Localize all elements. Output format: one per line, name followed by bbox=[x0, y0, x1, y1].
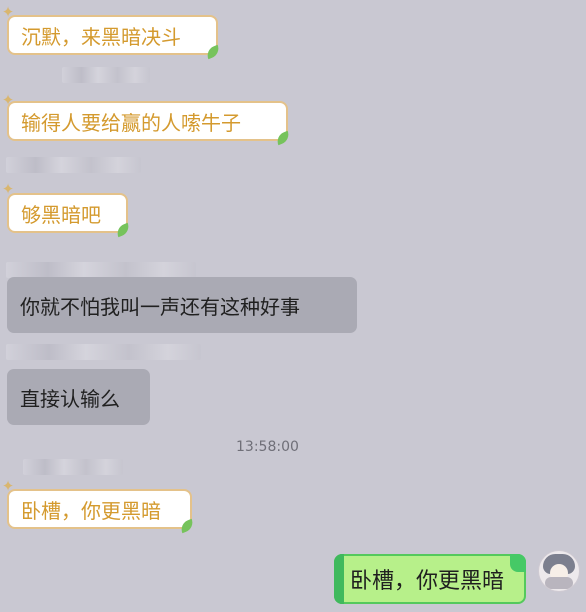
incoming-message-gold[interactable]: 输得人要给赢的人嗦牛子 bbox=[7, 101, 292, 146]
avatar-ribbon bbox=[545, 577, 573, 589]
message-text: 输得人要给赢的人嗦牛子 bbox=[21, 110, 241, 135]
sender-name-blurred bbox=[6, 262, 196, 278]
chat-window: ✦ 沉默，来黑暗决斗 ✦ 输得人要给赢的人嗦牛子 ✦ 够黑暗吧 你就不怕我叫一声… bbox=[0, 0, 586, 612]
user-avatar[interactable] bbox=[538, 550, 580, 592]
message-timestamp: 13:58:00 bbox=[236, 439, 299, 455]
outgoing-message-green[interactable]: 卧槽，你更黑暗 bbox=[334, 554, 526, 604]
message-text: 你就不怕我叫一声还有这种好事 bbox=[20, 294, 300, 319]
message-text: 直接认输么 bbox=[20, 386, 120, 411]
leaf-icon bbox=[204, 44, 222, 60]
sender-name-blurred bbox=[62, 67, 150, 83]
incoming-message-gold[interactable]: 够黑暗吧 bbox=[7, 193, 132, 238]
message-text: 卧槽，你更黑暗 bbox=[350, 569, 505, 594]
message-text: 够黑暗吧 bbox=[21, 202, 101, 227]
incoming-message-gray[interactable]: 你就不怕我叫一声还有这种好事 bbox=[7, 277, 357, 333]
incoming-message-gray[interactable]: 直接认输么 bbox=[7, 369, 150, 425]
leaf-icon bbox=[178, 518, 196, 534]
sender-name-blurred bbox=[6, 344, 201, 360]
sender-name-blurred bbox=[6, 157, 141, 173]
message-text: 沉默，来黑暗决斗 bbox=[21, 24, 181, 49]
incoming-message-gold[interactable]: 卧槽，你更黑暗 bbox=[7, 489, 196, 534]
leaf-icon bbox=[114, 222, 132, 238]
message-text: 卧槽，你更黑暗 bbox=[21, 498, 161, 523]
incoming-message-gold[interactable]: 沉默，来黑暗决斗 bbox=[7, 15, 222, 60]
leaf-icon bbox=[274, 130, 292, 146]
sender-name-blurred bbox=[23, 459, 123, 475]
